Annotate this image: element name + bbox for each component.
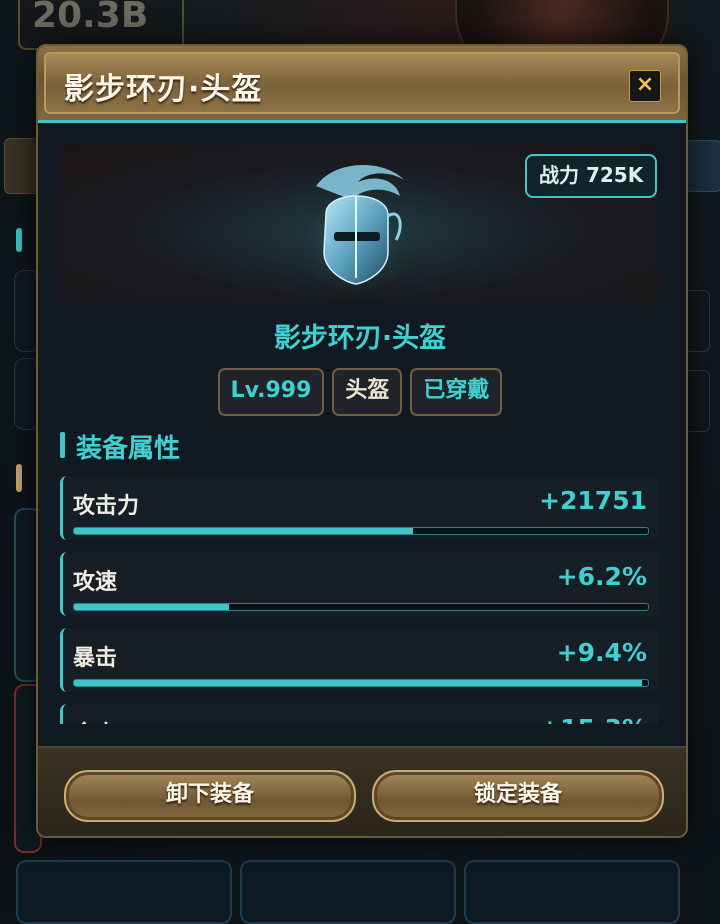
close-icon: × [635,72,655,97]
slot-tag: 头盔 [332,368,403,416]
dialog-header: 影步环刃·头盔 × [38,46,686,122]
item-tags: Lv.999 头盔 已穿戴 [38,368,682,416]
currency-display: 20.3B [18,0,184,50]
item-preview: 战力 725K [60,144,658,302]
close-button[interactable]: × [629,70,661,102]
attribute-row: 攻击力 +21751 [60,476,658,540]
attribute-bar [73,603,649,611]
attribute-value: +15.3% [539,714,647,724]
attribute-value: +21751 [539,486,647,515]
lock-button[interactable]: 锁定装备 [372,770,664,822]
attribute-value: +6.2% [556,562,647,591]
attribute-label: 暴击 [73,646,118,671]
attribute-bar-fill [74,528,413,534]
section-title-text: 装备属性 [76,434,181,464]
unequip-button[interactable]: 卸下装备 [64,770,356,822]
attribute-row: 命中 +15.3% [60,704,658,724]
attribute-label: 命中 [73,716,117,724]
attribute-row: 暴击 +9.4% [60,628,658,692]
attribute-bar-fill [74,604,229,610]
section-marker [60,432,65,458]
header-divider [38,120,686,123]
attribute-value: +9.4% [556,638,647,667]
dialog-title: 影步环刃·头盔 [64,72,263,107]
background-slot [16,860,232,924]
background-marker [16,228,22,252]
background-slot [464,860,680,924]
attribute-label: 攻击力 [73,494,140,519]
attribute-row: 攻速 +6.2% [60,552,658,616]
attribute-bar [73,527,649,535]
helmet-icon [296,164,416,291]
attribute-label: 攻速 [73,570,118,595]
attribute-bar [73,679,649,687]
level-tag: Lv.999 [217,368,325,416]
item-name: 影步环刃·头盔 [273,323,447,354]
dialog-footer: 卸下装备 锁定装备 [38,746,686,836]
background-tab-right [684,140,720,192]
attribute-list[interactable]: 攻击力 +21751 攻速 +6.2% 暴击 +9.4% 命中 +15.3% [60,476,658,724]
equipped-tag: 已穿戴 [410,368,503,416]
background-slot [240,860,456,924]
background-marker [16,464,22,492]
attribute-bar-fill [74,680,643,686]
equipment-detail-dialog: 影步环刃·头盔 × 战力 725K 影步环刃·头盔 Lv.999 头盔 已穿戴 … [36,44,688,838]
power-badge: 战力 725K [525,154,658,198]
